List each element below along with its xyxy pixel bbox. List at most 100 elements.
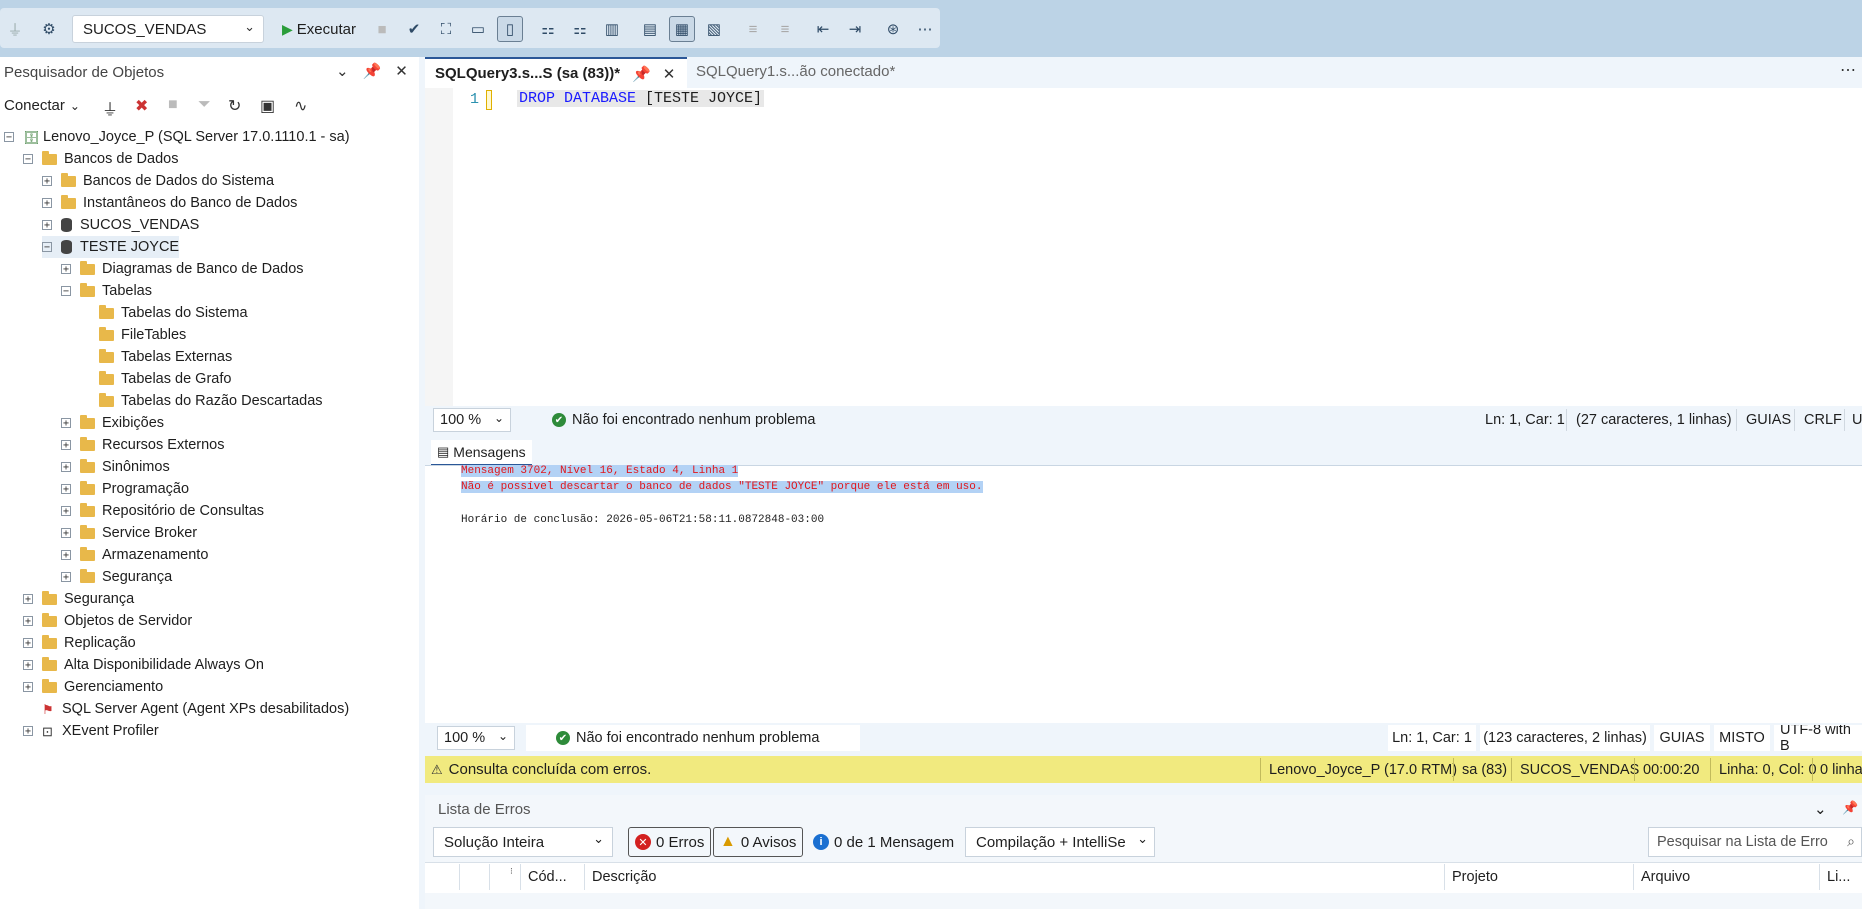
results-pane-icon[interactable]: ▯ xyxy=(497,16,523,42)
tree-item[interactable]: + SUCOS_VENDAS xyxy=(42,214,199,236)
uncomment-icon[interactable]: ≡ xyxy=(772,16,798,42)
outdent-icon[interactable]: ⇤ xyxy=(810,16,836,42)
tree-item[interactable]: + Exibições xyxy=(61,412,164,434)
results-to-grid-icon[interactable]: ▦ xyxy=(669,16,695,42)
stop-icon[interactable]: ■ xyxy=(168,96,178,114)
expand-icon[interactable]: + xyxy=(42,176,52,187)
tab-messages[interactable]: ▤ Mensagens xyxy=(431,440,532,466)
expand-icon[interactable]: + xyxy=(42,198,52,209)
column-code[interactable]: Cód... xyxy=(528,869,567,885)
live-stats-icon[interactable]: ⚏ xyxy=(567,16,593,42)
tree-item[interactable]: + Service Broker xyxy=(61,522,197,544)
tree-item[interactable]: Tabelas Externas xyxy=(80,346,232,368)
pin-icon[interactable]: 📌 xyxy=(632,65,651,83)
indent-icon[interactable]: ⇥ xyxy=(842,16,868,42)
tree-item[interactable]: + Objetos de Servidor xyxy=(23,610,192,632)
tree-item[interactable]: ⚑ SQL Server Agent (Agent XPs desabilitad… xyxy=(23,698,349,720)
expand-icon[interactable]: + xyxy=(61,264,71,275)
collapse-icon[interactable]: − xyxy=(4,132,14,143)
pulse-icon[interactable]: ∿ xyxy=(294,96,307,116)
expand-icon[interactable]: + xyxy=(61,572,71,583)
expand-icon[interactable]: + xyxy=(23,726,33,737)
tree-item[interactable]: + Armazenamento xyxy=(61,544,208,566)
tab-sqlquery1[interactable]: SQLQuery1.s...ão conectado* xyxy=(696,63,895,80)
close-icon[interactable]: ✕ xyxy=(663,65,676,83)
messages-filter-button[interactable]: i 0 de 1 Mensagem xyxy=(806,827,962,857)
connect-dropdown[interactable]: Conectar ⌄ xyxy=(4,97,80,114)
tree-item[interactable]: + ⊡ XEvent Profiler xyxy=(23,720,159,742)
connect-icon[interactable]: ⚙ xyxy=(36,16,62,42)
tree-item[interactable]: + Replicação xyxy=(23,632,136,654)
more-icon[interactable]: ⋯ xyxy=(912,16,938,42)
collapse-icon[interactable]: − xyxy=(61,286,71,297)
plug-icon[interactable]: ⏚ xyxy=(102,96,118,120)
tree-item[interactable]: Tabelas do Sistema xyxy=(80,302,248,324)
execute-button[interactable]: ▶ Executar xyxy=(282,17,356,41)
comment-icon[interactable]: ≡ xyxy=(740,16,766,42)
column-project[interactable]: Projeto xyxy=(1452,869,1498,885)
pin-icon[interactable]: 📌 xyxy=(363,62,382,80)
tree-item[interactable]: + Programação xyxy=(61,478,189,500)
expand-icon[interactable]: + xyxy=(42,220,52,231)
editor-zoom-select[interactable]: 100 % ⌄ xyxy=(433,408,511,432)
tree-item[interactable]: − 🗄 Lenovo_Joyce_P (SQL Server 17.0.1110.1… xyxy=(4,126,350,148)
specify-values-icon[interactable]: ⊛ xyxy=(880,16,906,42)
expand-icon[interactable]: + xyxy=(61,418,71,429)
client-stats-icon[interactable]: ▥ xyxy=(599,16,625,42)
parse-check-icon[interactable]: ✔ xyxy=(401,16,427,42)
expand-icon[interactable]: + xyxy=(23,682,33,693)
execution-plan-icon[interactable]: ⚏ xyxy=(535,16,561,42)
pin-icon[interactable]: 📌 xyxy=(1842,800,1858,816)
chevron-down-icon[interactable]: ⌄ xyxy=(336,62,349,80)
problems-indicator[interactable]: ✔ Não foi encontrado nenhum problema xyxy=(552,412,815,428)
tree-item[interactable]: + Segurança xyxy=(23,588,134,610)
column-description[interactable]: Descrição xyxy=(592,869,656,885)
results-line-ending[interactable]: MISTO xyxy=(1714,725,1770,751)
results-problems-indicator[interactable]: ✔ Não foi encontrado nenhum problema xyxy=(526,725,860,751)
window-icon[interactable]: ▭ xyxy=(465,16,491,42)
expand-icon[interactable]: + xyxy=(23,594,33,605)
tree-item[interactable]: FileTables xyxy=(80,324,186,346)
tree-item[interactable]: + Instantâneos do Banco de Dados xyxy=(42,192,297,214)
tree-item[interactable]: + Alta Disponibilidade Always On xyxy=(23,654,264,676)
column-line[interactable]: Li... xyxy=(1827,869,1850,885)
cursor-position[interactable]: Ln: 1, Car: 1 xyxy=(1485,412,1565,428)
line-ending[interactable]: CRLF xyxy=(1804,412,1842,428)
expand-icon[interactable]: + xyxy=(23,638,33,649)
scope-select[interactable]: Solução Inteira ⌄ xyxy=(433,827,613,857)
errors-filter-button[interactable]: ✕ 0 Erros xyxy=(628,827,712,857)
tree-item[interactable]: Tabelas de Grafo xyxy=(80,368,231,390)
collapse-icon[interactable]: − xyxy=(42,242,52,253)
filter-icon[interactable]: ⏷ xyxy=(198,96,211,114)
expand-icon[interactable]: + xyxy=(61,550,71,561)
messages-pane[interactable] xyxy=(425,465,1862,723)
code-line[interactable]: DROP DATABASE [TESTE JOYCE] xyxy=(517,90,765,107)
tree-item[interactable]: + Recursos Externos xyxy=(61,434,225,456)
tree-item[interactable]: + Segurança xyxy=(61,566,172,588)
guides-toggle[interactable]: GUIAS xyxy=(1746,412,1791,428)
error-list-search[interactable]: Pesquisar na Lista de Erro ⌕ xyxy=(1648,827,1862,857)
results-zoom-select[interactable]: 100 % ⌄ xyxy=(437,726,515,750)
expand-icon[interactable]: + xyxy=(61,440,71,451)
expand-icon[interactable]: + xyxy=(61,462,71,473)
panel-splitter[interactable] xyxy=(419,57,425,909)
tree-item[interactable]: + Repositório de Consultas xyxy=(61,500,264,522)
results-encoding[interactable]: UTF-8 with B xyxy=(1774,725,1862,751)
tree-item[interactable]: + Diagramas de Banco de Dados xyxy=(61,258,304,280)
database-select[interactable]: SUCOS_VENDAS ⌄ xyxy=(72,15,264,43)
stop-icon[interactable]: ■ xyxy=(369,16,395,42)
tree-item[interactable]: − Tabelas xyxy=(61,280,152,302)
disconnect-icon[interactable]: ✖ xyxy=(135,96,148,116)
activity-icon[interactable]: ▣ xyxy=(260,96,275,116)
build-filter-select[interactable]: Compilação + IntelliSe ⌄ xyxy=(965,827,1155,857)
expand-icon[interactable]: + xyxy=(61,506,71,517)
expand-icon[interactable]: + xyxy=(61,528,71,539)
expand-icon[interactable]: + xyxy=(23,616,33,627)
results-cursor-position[interactable]: Ln: 1, Car: 1 xyxy=(1388,725,1476,751)
query-plan-icon[interactable]: ⛶ xyxy=(433,16,459,42)
tab-overflow-icon[interactable]: ⋯ xyxy=(1840,60,1856,80)
expand-icon[interactable]: + xyxy=(61,484,71,495)
results-guides-toggle[interactable]: GUIAS xyxy=(1654,725,1710,751)
tree-item[interactable]: − Bancos de Dados xyxy=(23,148,178,170)
tree-item[interactable]: − TESTE JOYCE xyxy=(42,236,180,258)
